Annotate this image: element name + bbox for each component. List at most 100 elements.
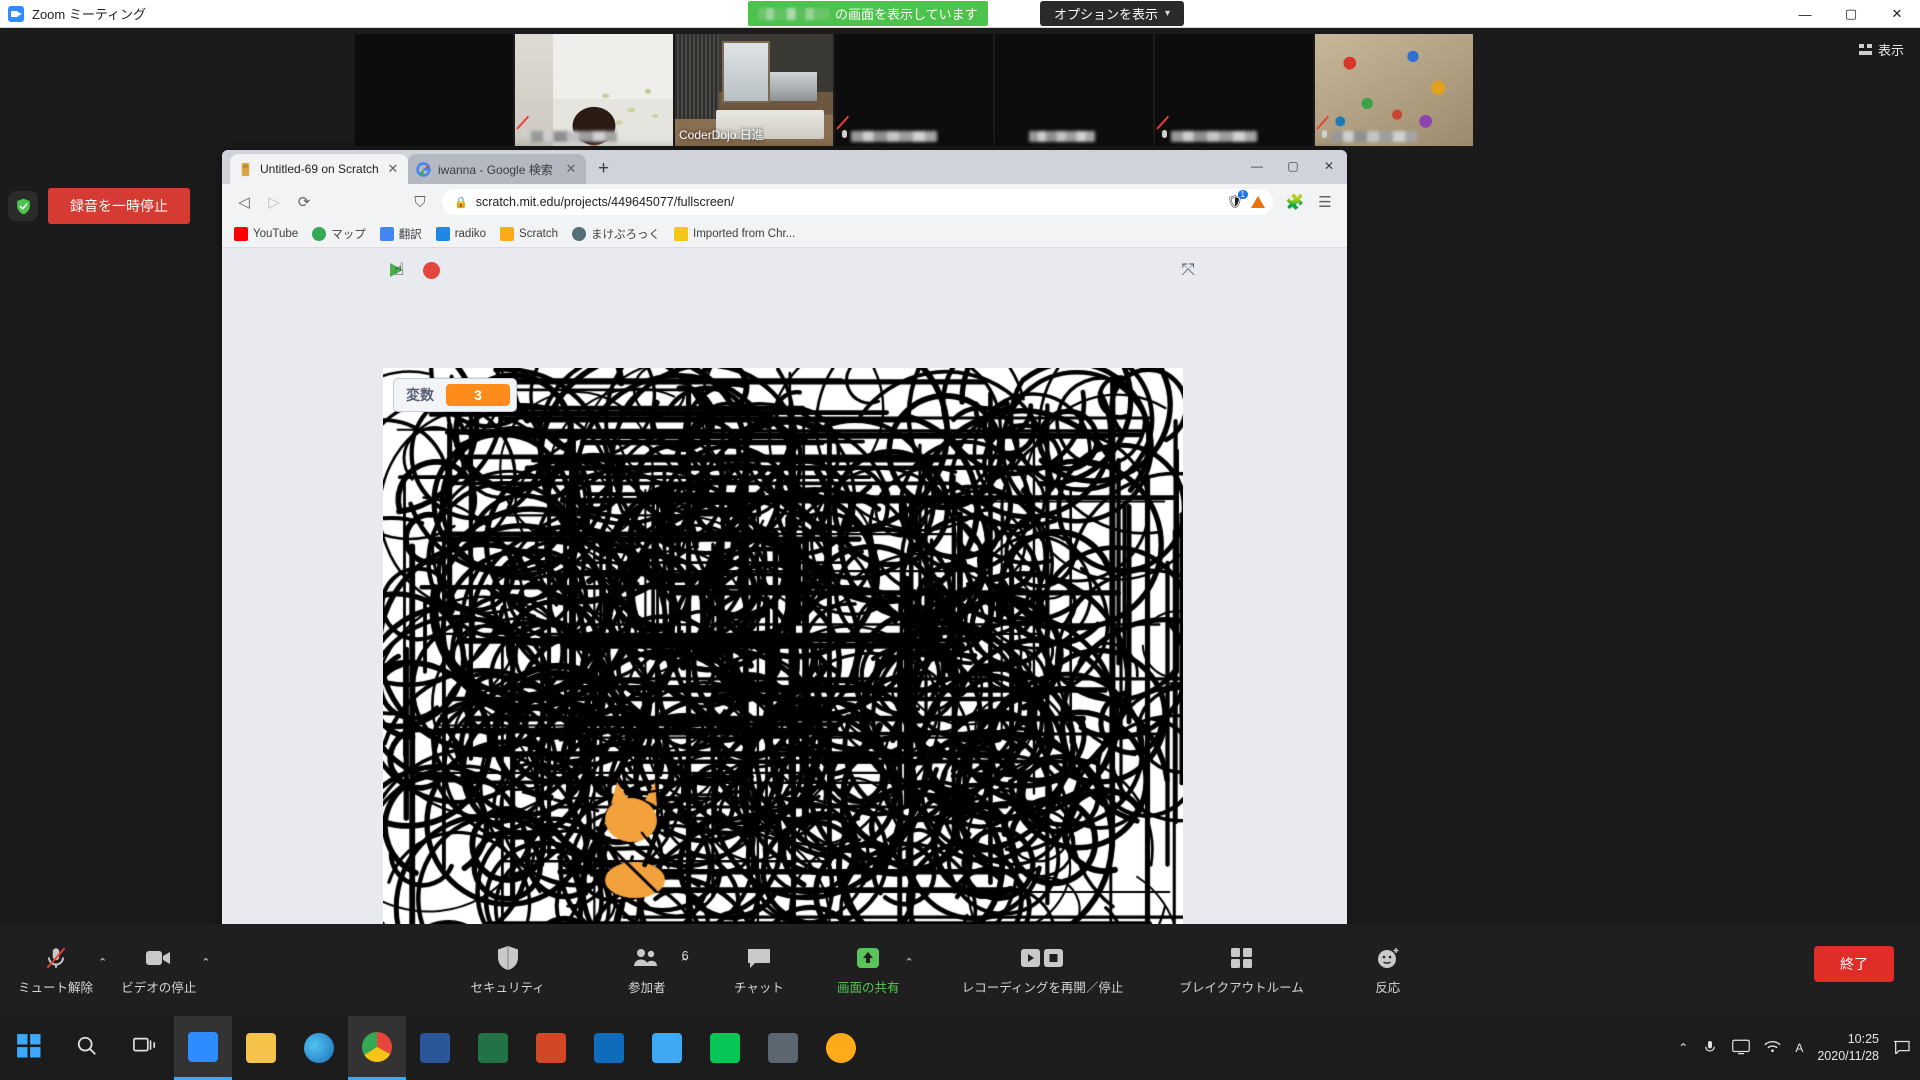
taskbar-app-line[interactable] [696,1016,754,1080]
reactions-icon [1375,944,1401,972]
taskbar-clock[interactable]: 10:25 2020/11/28 [1817,1031,1879,1065]
view-button[interactable]: 表示 [1858,40,1904,59]
show-options-button[interactable]: オプションを表示 ▾ [1040,1,1185,26]
bookmark-radiko[interactable]: radiko [435,226,487,241]
toolbar-security-button[interactable]: セキュリティ [470,944,545,996]
tray-chevron-icon[interactable]: ⌃ [1678,1041,1688,1055]
participant-thumbnail[interactable] [1155,34,1313,146]
taskbar-app-calculator[interactable] [754,1016,812,1080]
breakout-icon [1229,944,1255,972]
redacted-sharer-name [758,7,830,20]
taskbar-app-excel[interactable] [464,1016,522,1080]
bookmark-makeblock[interactable]: まけぶろっく [572,226,660,242]
participant-thumbnail[interactable] [515,34,673,146]
participant-thumbnail[interactable] [995,34,1153,146]
participant-thumbnail[interactable] [1315,34,1473,146]
video-options-caret-icon[interactable]: ⌃ [201,956,210,969]
exit-fullscreen-button[interactable]: ⤧ [1181,260,1195,280]
address-bar[interactable]: 🔒 scratch.mit.edu/projects/449645077/ful… [442,189,1273,215]
tray-mic-icon[interactable] [1702,1039,1718,1058]
taskbar-app-file-explorer[interactable] [232,1016,290,1080]
redacted-participant-name [1171,131,1257,142]
clock-date: 2020/11/28 [1817,1049,1879,1063]
taskbar-app-scratch[interactable] [812,1016,870,1080]
extensions-puzzle-icon[interactable]: 🧩 [1281,188,1309,216]
chrome-menu-icon[interactable]: ☰ [1311,188,1339,216]
tab-close-icon[interactable]: ✕ [564,161,578,177]
participant-thumbnail[interactable] [835,34,993,146]
participant-thumbnail[interactable] [355,34,513,146]
taskbar-search-button[interactable] [58,1016,116,1080]
taskbar-app-edge[interactable] [290,1016,348,1080]
calculator-icon [768,1033,798,1063]
end-meeting-button[interactable]: 終了 [1814,946,1894,982]
bookmark-maps[interactable]: マップ [312,226,366,242]
scratch-control-bar: ☝ ⤧ [222,248,1347,292]
tray-network-icon[interactable] [1764,1039,1781,1057]
shield-icon [496,944,520,972]
chrome-maximize-button[interactable]: ▢ [1275,152,1311,180]
minimize-button[interactable]: — [1782,0,1828,28]
bookmark-label: radiko [454,227,487,240]
tab-close-icon[interactable]: ✕ [386,161,400,177]
forward-button[interactable]: ▷ [260,188,288,216]
maximize-button[interactable]: ▢ [1828,0,1874,28]
stop-button[interactable] [417,256,445,284]
toolbar-chat-button[interactable]: チャット [731,944,787,996]
taskbar-app-zoom[interactable] [174,1016,232,1080]
redacted-participant-name [1331,131,1417,142]
toolbar-recording-button[interactable]: レコーディングを再開／停止 [961,944,1124,996]
back-button[interactable]: ◁ [230,188,258,216]
variable-monitor: 変数 3 [393,378,517,412]
participant-video [355,34,513,146]
task-view-button[interactable] [116,1016,174,1080]
tray-ime-indicator[interactable]: A [1795,1041,1803,1055]
toolbar-breakout-rooms-button[interactable]: ブレイクアウトルーム [1179,944,1304,996]
chrome-close-button[interactable]: ✕ [1311,152,1347,180]
extension-badge-count: 1 [1237,190,1248,199]
bookmark-label: マップ [331,228,366,241]
edge-icon [304,1033,334,1063]
participant-count: 6 [681,948,689,963]
participant-thumbnail-coderdojo[interactable]: CoderDojo 日進 [675,34,833,146]
extension-badge-icon[interactable]: 🛡 1 [1226,190,1248,210]
notification-center-icon[interactable] [1893,1039,1910,1057]
mic-options-caret-icon[interactable]: ⌃ [98,956,107,969]
toolbar-label: ミュート解除 [18,981,94,995]
close-button[interactable]: ✕ [1874,0,1920,28]
toolbar-mute-button[interactable]: ミュート解除 [18,944,93,996]
reload-button[interactable]: ⟳ [290,188,318,216]
toolbar-participants-button[interactable]: 6 参加者 [619,944,689,996]
scratch-stage[interactable]: 変数 3 [383,368,1183,968]
warning-triangle-icon[interactable] [1251,196,1265,208]
toolbar-label: レコーディングを再開／停止 [961,981,1124,995]
bookmark-imported-folder[interactable]: Imported from Chr... [674,226,795,241]
new-tab-button[interactable]: + [598,158,609,180]
pause-recording-button[interactable]: 録音を一時停止 [48,188,190,224]
participant-video [515,34,673,146]
view-label: 表示 [1877,43,1904,58]
tray-display-icon[interactable] [1732,1039,1751,1058]
bookmark-translate[interactable]: 翻訳 [379,226,422,242]
taskbar-app-word[interactable] [406,1016,464,1080]
taskbar-app-powerpoint[interactable] [522,1016,580,1080]
tab-google-search[interactable]: iwanna - Google 検索 ✕ [408,154,586,184]
bookmark-star-icon[interactable]: ⛉ [406,188,434,216]
toolbar-reactions-button[interactable]: 反応 [1360,944,1416,996]
zoom-window-controls: — ▢ ✕ [1782,0,1920,28]
toolbar-label: セキュリティ [470,981,545,995]
chrome-minimize-button[interactable]: — [1239,152,1275,180]
toolbar-video-button[interactable]: ビデオの停止 [121,944,196,996]
toolbar-share-screen-button[interactable]: 画面の共有 [837,944,899,996]
tab-scratch[interactable]: Untitled-69 on Scratch ✕ [230,154,408,184]
bookmark-youtube[interactable]: YouTube [234,226,299,241]
bookmark-label: YouTube [253,227,299,240]
bookmark-scratch[interactable]: Scratch [500,226,558,241]
start-button[interactable] [0,1016,58,1080]
taskbar-app-outlook[interactable] [580,1016,638,1080]
excel-icon [478,1033,508,1063]
taskbar-app-chrome[interactable] [348,1016,406,1080]
share-options-caret-icon[interactable]: ⌃ [904,956,913,969]
taskbar-app-photos[interactable] [638,1016,696,1080]
mic-muted-icon [43,944,69,972]
